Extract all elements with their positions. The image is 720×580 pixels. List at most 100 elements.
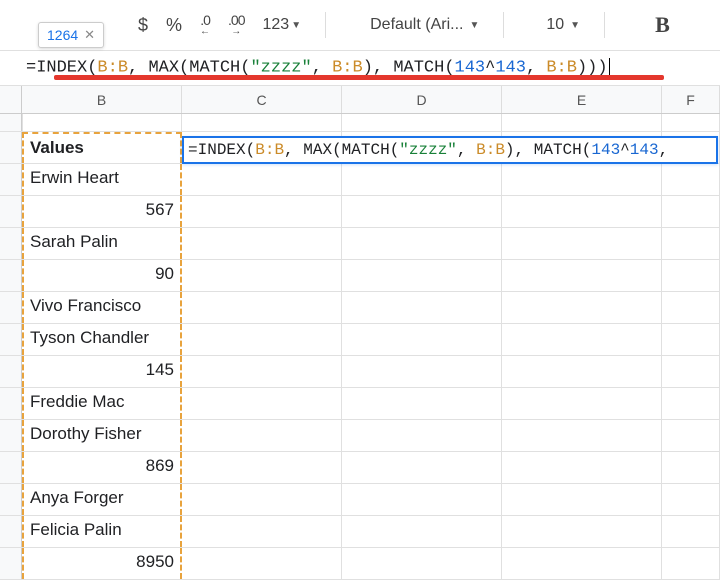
cell[interactable] bbox=[662, 164, 720, 195]
cell[interactable] bbox=[662, 484, 720, 515]
cell[interactable] bbox=[342, 516, 502, 547]
cell[interactable] bbox=[502, 516, 662, 547]
column-header-D[interactable]: D bbox=[342, 86, 502, 113]
currency-format-button[interactable]: $ bbox=[138, 15, 148, 36]
cell[interactable] bbox=[342, 548, 502, 579]
cell[interactable] bbox=[662, 292, 720, 323]
active-cell-editor[interactable]: =INDEX(B:B, MAX(MATCH("zzzz", B:B), MATC… bbox=[182, 136, 718, 164]
cell[interactable] bbox=[342, 388, 502, 419]
decrease-decimal-button[interactable]: .0 ← bbox=[200, 13, 210, 37]
percent-format-button[interactable]: % bbox=[166, 15, 182, 36]
row-header[interactable] bbox=[0, 484, 22, 515]
cell[interactable] bbox=[502, 420, 662, 451]
cell[interactable] bbox=[182, 548, 342, 579]
cell[interactable] bbox=[662, 196, 720, 227]
cell[interactable]: Dorothy Fisher bbox=[22, 420, 182, 451]
cell[interactable] bbox=[502, 452, 662, 483]
cell[interactable] bbox=[662, 516, 720, 547]
font-family-dropdown[interactable]: Default (Ari... ▼ bbox=[370, 16, 479, 34]
cell[interactable] bbox=[502, 114, 662, 131]
column-header-F[interactable]: F bbox=[662, 86, 720, 113]
row-header[interactable] bbox=[0, 356, 22, 387]
cell[interactable] bbox=[182, 164, 342, 195]
cell[interactable] bbox=[182, 388, 342, 419]
row-header[interactable] bbox=[0, 292, 22, 323]
cell[interactable]: 145 bbox=[22, 356, 182, 387]
row-header[interactable] bbox=[0, 452, 22, 483]
font-size-dropdown[interactable]: 10 ▼ bbox=[546, 16, 580, 34]
column-header-B[interactable]: B bbox=[22, 86, 182, 113]
cell[interactable] bbox=[182, 228, 342, 259]
cell[interactable] bbox=[182, 516, 342, 547]
cell[interactable]: Sarah Palin bbox=[22, 228, 182, 259]
cell[interactable] bbox=[662, 228, 720, 259]
cell[interactable] bbox=[182, 484, 342, 515]
cell[interactable] bbox=[182, 114, 342, 131]
spreadsheet-grid[interactable]: B C D E F Values Erwin Heart567Sarah Pal… bbox=[0, 86, 720, 580]
cell[interactable] bbox=[182, 260, 342, 291]
bold-button[interactable]: B bbox=[655, 12, 670, 38]
row-header[interactable] bbox=[0, 114, 22, 131]
formula-result-badge[interactable]: 1264 ✕ bbox=[38, 22, 104, 48]
cell[interactable] bbox=[502, 292, 662, 323]
cell[interactable] bbox=[342, 420, 502, 451]
column-header-E[interactable]: E bbox=[502, 86, 662, 113]
row-header[interactable] bbox=[0, 420, 22, 451]
cell[interactable] bbox=[662, 420, 720, 451]
cell[interactable]: Felicia Palin bbox=[22, 516, 182, 547]
cell[interactable] bbox=[342, 196, 502, 227]
formula-bar[interactable]: =INDEX(B:B, MAX(MATCH("zzzz", B:B), MATC… bbox=[0, 50, 720, 86]
cell[interactable] bbox=[502, 324, 662, 355]
cell[interactable] bbox=[342, 114, 502, 131]
cell[interactable] bbox=[502, 228, 662, 259]
number-format-dropdown[interactable]: 123 ▼ bbox=[263, 16, 302, 34]
cell[interactable] bbox=[662, 388, 720, 419]
cell[interactable] bbox=[182, 324, 342, 355]
cell[interactable] bbox=[502, 260, 662, 291]
cell[interactable] bbox=[342, 228, 502, 259]
cell[interactable] bbox=[502, 548, 662, 579]
cell[interactable] bbox=[502, 356, 662, 387]
cell[interactable] bbox=[502, 196, 662, 227]
row-header[interactable] bbox=[0, 388, 22, 419]
increase-decimal-button[interactable]: .00 → bbox=[228, 13, 244, 37]
cell[interactable] bbox=[342, 484, 502, 515]
cell[interactable] bbox=[662, 548, 720, 579]
cell[interactable]: Vivo Francisco bbox=[22, 292, 182, 323]
cell[interactable] bbox=[662, 324, 720, 355]
cell[interactable]: 8950 bbox=[22, 548, 182, 579]
cell[interactable] bbox=[342, 164, 502, 195]
row-header[interactable] bbox=[0, 548, 22, 579]
cell[interactable]: 869 bbox=[22, 452, 182, 483]
cell[interactable] bbox=[342, 452, 502, 483]
cell[interactable] bbox=[182, 420, 342, 451]
cell[interactable] bbox=[662, 452, 720, 483]
cell[interactable]: Anya Forger bbox=[22, 484, 182, 515]
cell[interactable] bbox=[182, 292, 342, 323]
row-header[interactable] bbox=[0, 228, 22, 259]
row-header[interactable] bbox=[0, 260, 22, 291]
cell[interactable] bbox=[502, 164, 662, 195]
cell-header[interactable]: Values bbox=[22, 132, 182, 163]
cell[interactable] bbox=[182, 196, 342, 227]
cell[interactable] bbox=[182, 452, 342, 483]
cell[interactable] bbox=[342, 324, 502, 355]
cell[interactable] bbox=[182, 356, 342, 387]
column-header-C[interactable]: C bbox=[182, 86, 342, 113]
cell[interactable] bbox=[502, 484, 662, 515]
row-header[interactable] bbox=[0, 324, 22, 355]
cell[interactable]: 567 bbox=[22, 196, 182, 227]
cell[interactable] bbox=[22, 114, 182, 131]
cell[interactable]: Freddie Mac bbox=[22, 388, 182, 419]
row-header[interactable] bbox=[0, 196, 22, 227]
cell[interactable] bbox=[342, 292, 502, 323]
row-header[interactable] bbox=[0, 516, 22, 547]
cell[interactable] bbox=[662, 260, 720, 291]
corner-cell[interactable] bbox=[0, 86, 22, 113]
row-header[interactable] bbox=[0, 132, 22, 163]
cell[interactable] bbox=[342, 260, 502, 291]
cell[interactable] bbox=[342, 356, 502, 387]
cell[interactable]: 90 bbox=[22, 260, 182, 291]
cell[interactable]: Erwin Heart bbox=[22, 164, 182, 195]
cell[interactable]: Tyson Chandler bbox=[22, 324, 182, 355]
